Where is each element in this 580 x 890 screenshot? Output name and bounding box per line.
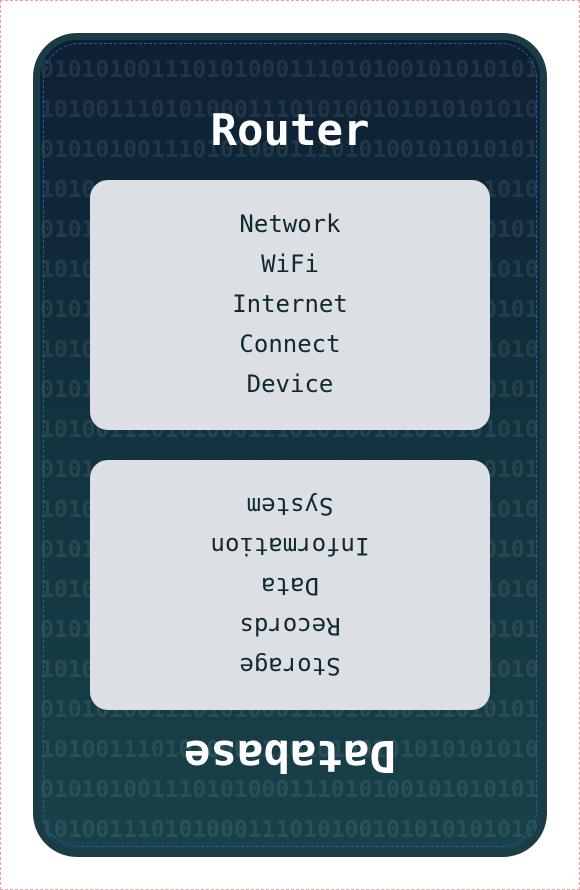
router-item: Network <box>239 210 341 238</box>
router-item: WiFi <box>261 250 319 278</box>
router-panel: Network WiFi Internet Connect Device <box>90 180 490 430</box>
database-panel: Storage Records Data Information System <box>90 460 490 710</box>
database-item: Information <box>210 532 370 560</box>
database-item: Storage <box>239 652 341 680</box>
binary-row: 0101010011101010001110101001010101010100… <box>40 57 540 83</box>
router-item-list: Network WiFi Internet Connect Device <box>90 180 490 404</box>
router-title: Router <box>210 105 370 156</box>
database-item: Data <box>261 572 319 600</box>
binary-row: 1010011101010001110101001010101010100111… <box>40 817 540 843</box>
database-item-list: Storage Records Data Information System <box>90 486 490 710</box>
database-title: Database <box>184 730 396 781</box>
router-database-card: 0101010011101010001110101001010101010100… <box>33 33 547 857</box>
router-item: Internet <box>232 290 348 318</box>
binary-row: 0101010011101010001110101001010101010100… <box>40 850 540 857</box>
router-item: Device <box>246 370 334 398</box>
database-item: Records <box>239 612 341 640</box>
database-item: System <box>246 492 334 520</box>
router-item: Connect <box>239 330 341 358</box>
